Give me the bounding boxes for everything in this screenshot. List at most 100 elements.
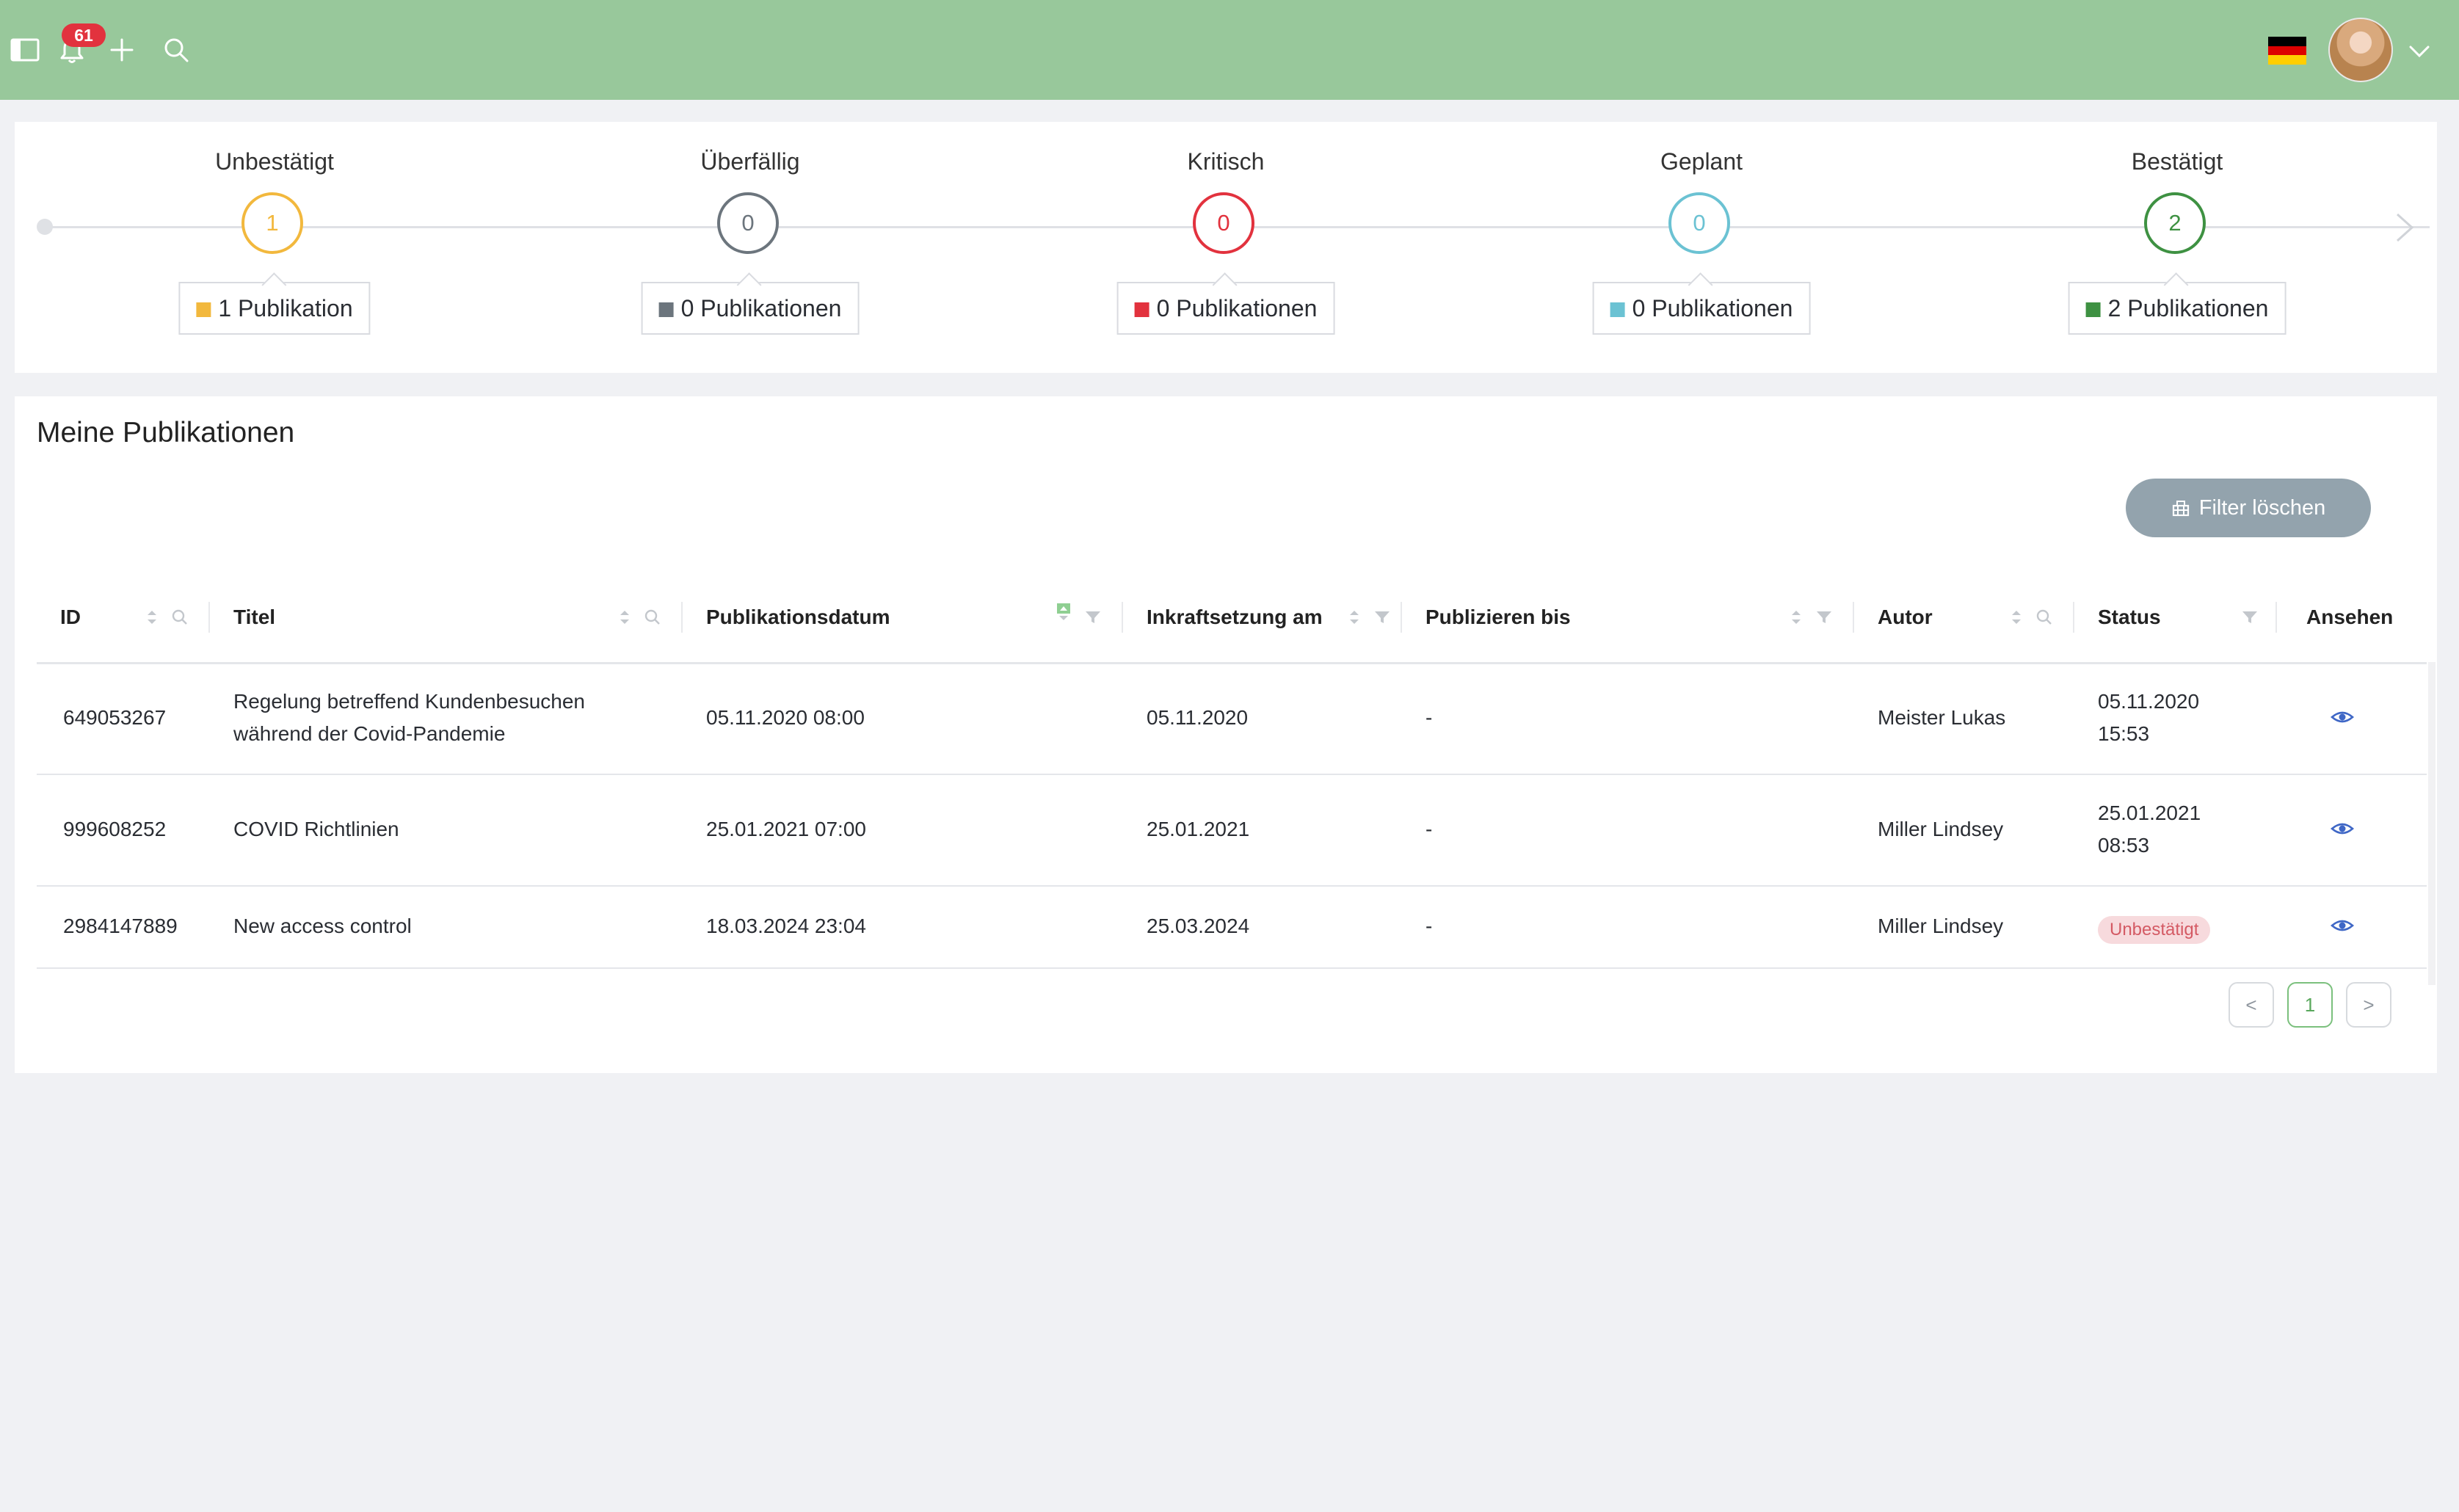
stage-count[interactable]: 2 <box>2144 192 2206 254</box>
table-row[interactable]: 649053267 Regelung betreffend Kundenbesu… <box>37 662 2427 775</box>
stage-count[interactable]: 0 <box>717 192 779 254</box>
stage-publications-box[interactable]: 1 Publikation <box>178 282 371 335</box>
search-icon[interactable] <box>160 34 192 66</box>
cell-status: 25.01.2021 08:53 <box>2098 797 2201 862</box>
top-bar: 61 <box>0 0 2459 100</box>
pagination-next-button[interactable]: > <box>2346 982 2391 1028</box>
stage-count[interactable]: 1 <box>241 192 303 254</box>
cell-title[interactable]: Regelung betreffend Kundenbesuchen währe… <box>233 686 585 750</box>
flag-de-icon[interactable] <box>2268 37 2306 65</box>
stage-publications-box[interactable]: 0 Publikationen <box>641 282 860 335</box>
cell-publication-date: 18.03.2024 23:04 <box>706 915 866 937</box>
cell-effective-date: 05.11.2020 <box>1147 706 1249 729</box>
legend-square-icon <box>196 302 211 317</box>
stage-publications: 0 Publikationen <box>1632 295 1793 321</box>
plus-icon[interactable] <box>106 34 138 66</box>
table-row[interactable]: 999608252 COVID Richtlinien 25.01.2021 0… <box>37 774 2427 887</box>
filter-icon[interactable] <box>1082 606 1104 628</box>
stage-label: Unbestätigt <box>215 148 334 175</box>
pagination-page-button[interactable]: 1 <box>2287 982 2333 1028</box>
sort-icon[interactable] <box>141 606 163 628</box>
sort-icon[interactable] <box>614 606 636 628</box>
timeline-start-dot <box>37 219 53 235</box>
cell-publish-until: - <box>1425 818 1433 840</box>
notifications-badge[interactable]: 61 <box>62 23 106 47</box>
column-header-publication-date[interactable]: Publikationsdatum <box>706 573 890 662</box>
column-header-title[interactable]: Titel <box>233 573 275 662</box>
stage-publications: 2 Publikationen <box>2107 295 2269 321</box>
stage-publications: 1 Publikation <box>218 295 353 321</box>
search-icon[interactable] <box>642 606 664 628</box>
stage-label: Überfällig <box>700 148 800 175</box>
stage-label: Kritisch <box>1187 148 1265 175</box>
status-date: 25.01.2021 <box>2098 802 2201 824</box>
column-divider <box>2275 602 2277 633</box>
cell-publication-date: 25.01.2021 07:00 <box>706 818 866 840</box>
clear-filter-icon <box>2172 501 2189 517</box>
status-time: 15:53 <box>2098 722 2150 745</box>
table-header: ID Titel Publikationsdatum Inkraftsetzun… <box>37 573 2427 664</box>
stage-count[interactable]: 0 <box>1193 192 1254 254</box>
sort-icon[interactable] <box>1785 606 1807 628</box>
stage-publications: 0 Publikationen <box>1156 295 1318 321</box>
cell-status: 05.11.2020 15:53 <box>2098 686 2199 750</box>
cell-id: 649053267 <box>63 706 167 729</box>
stage-label: Bestätigt <box>2131 148 2223 175</box>
cell-publish-until: - <box>1425 706 1433 729</box>
legend-square-icon <box>1610 302 1625 317</box>
column-divider <box>208 602 210 633</box>
sort-ascending-icon[interactable] <box>1053 600 1075 622</box>
chevron-down-icon[interactable] <box>2406 38 2433 65</box>
legend-square-icon <box>2085 302 2101 317</box>
stage-publications-box[interactable]: 0 Publikationen <box>1116 282 1335 335</box>
eye-icon[interactable] <box>2330 816 2355 841</box>
column-header-id[interactable]: ID <box>60 573 81 662</box>
column-divider <box>1853 602 1854 633</box>
sort-icon[interactable] <box>1343 606 1365 628</box>
stage-publications-box[interactable]: 2 Publikationen <box>2068 282 2287 335</box>
column-divider <box>1401 602 1402 633</box>
cell-title[interactable]: New access control <box>233 910 412 942</box>
legend-square-icon <box>658 302 674 317</box>
sidebar-toggle-icon[interactable] <box>9 34 41 66</box>
column-divider <box>1122 602 1123 633</box>
eye-icon[interactable] <box>2330 705 2355 730</box>
cell-id: 999608252 <box>63 818 167 840</box>
column-header-status[interactable]: Status <box>2098 573 2161 662</box>
table-scrollbar[interactable] <box>2428 662 2436 985</box>
table-row[interactable]: 2984147889 New access control 18.03.2024… <box>37 885 2427 969</box>
search-icon[interactable] <box>2033 606 2055 628</box>
column-header-author[interactable]: Autor <box>1878 573 1933 662</box>
cell-publication-date: 05.11.2020 08:00 <box>706 706 865 729</box>
eye-icon[interactable] <box>2330 913 2355 938</box>
cell-title[interactable]: COVID Richtlinien <box>233 813 399 846</box>
cell-author: Meister Lukas <box>1878 706 2006 729</box>
filter-icon[interactable] <box>2239 606 2261 628</box>
status-overview-card: Unbestätigt 1 1 Publikation Überfällig 0… <box>15 122 2437 373</box>
status-time: 08:53 <box>2098 834 2150 857</box>
cell-author: Miller Lindsey <box>1878 818 2004 840</box>
stage-count[interactable]: 0 <box>1668 192 1730 254</box>
filter-icon[interactable] <box>1813 606 1835 628</box>
sort-icon[interactable] <box>2005 606 2027 628</box>
cell-title-line: Regelung betreffend Kundenbesuchen <box>233 690 585 713</box>
stage-publications-box[interactable]: 0 Publikationen <box>1592 282 1811 335</box>
page-title: Meine Publikationen <box>37 417 295 448</box>
status-badge: Unbestätigt <box>2098 916 2211 944</box>
search-icon[interactable] <box>169 606 191 628</box>
column-header-view: Ansehen <box>2306 606 2394 628</box>
avatar[interactable] <box>2328 18 2393 82</box>
clear-filter-button[interactable]: Filter löschen <box>2126 479 2371 537</box>
cell-publish-until: - <box>1425 915 1433 937</box>
cell-id: 2984147889 <box>63 915 178 937</box>
pagination-prev-button[interactable]: < <box>2229 982 2274 1028</box>
cell-effective-date: 25.03.2024 <box>1147 915 1250 937</box>
timeline-arrow-icon <box>2396 213 2414 242</box>
cell-effective-date: 25.01.2021 <box>1147 818 1250 840</box>
clear-filter-label: Filter löschen <box>2198 496 2326 520</box>
column-header-effective-date[interactable]: Inkraftsetzung am <box>1147 573 1323 662</box>
filter-icon[interactable] <box>1371 606 1393 628</box>
cell-status: Unbestätigt <box>2098 912 2211 945</box>
column-header-publish-until[interactable]: Publizieren bis <box>1425 573 1571 662</box>
stage-publications: 0 Publikationen <box>680 295 842 321</box>
